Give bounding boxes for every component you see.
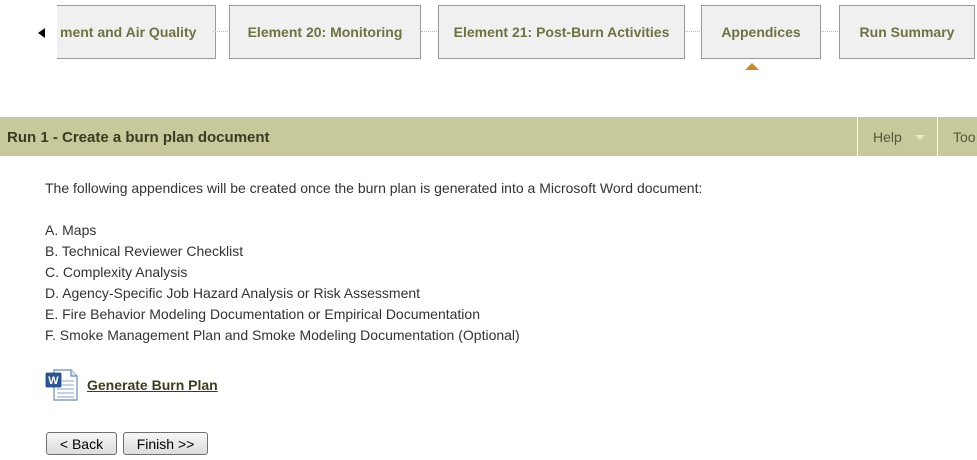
step-air-quality[interactable]: ment and Air Quality (57, 5, 216, 59)
step-connector (685, 31, 700, 32)
step-monitoring[interactable]: Element 20: Monitoring (229, 5, 421, 59)
active-step-marker-icon (745, 63, 759, 70)
chevron-down-icon[interactable] (915, 135, 925, 140)
tools-menu[interactable]: Too (953, 117, 976, 158)
step-run-summary[interactable]: Run Summary (839, 5, 975, 59)
appendix-item: B. Technical Reviewer Checklist (45, 243, 244, 259)
svg-text:W: W (48, 375, 59, 387)
finish-button[interactable]: Finish >> (123, 432, 208, 455)
word-document-icon[interactable]: W (45, 368, 79, 402)
appendix-item: E. Fire Behavior Modeling Documentation … (45, 306, 480, 322)
step-label: Appendices (721, 24, 801, 40)
appendix-item: A. Maps (45, 222, 97, 238)
page-title: Run 1 - Create a burn plan document (7, 129, 270, 146)
wizard-step-bar: ment and Air Quality Element 20: Monitor… (0, 0, 977, 80)
step-connector (421, 31, 437, 32)
intro-text: The following appendices will be created… (45, 180, 703, 196)
step-connector (821, 31, 838, 32)
step-post-burn[interactable]: Element 21: Post-Burn Activities (438, 5, 685, 59)
step-label: ment and Air Quality (60, 24, 197, 40)
scroll-left-arrow-icon[interactable] (38, 28, 45, 38)
step-label: Element 20: Monitoring (247, 24, 403, 40)
step-connector (213, 31, 228, 32)
divider (937, 117, 938, 156)
back-button[interactable]: < Back (46, 432, 117, 455)
divider (857, 117, 858, 156)
appendix-item: C. Complexity Analysis (45, 264, 188, 280)
appendix-item: D. Agency-Specific Job Hazard Analysis o… (45, 285, 421, 301)
step-label: Run Summary (859, 24, 955, 40)
step-appendices[interactable]: Appendices (701, 5, 821, 59)
generate-burn-plan-link[interactable]: Generate Burn Plan (87, 377, 218, 393)
step-label: Element 21: Post-Burn Activities (453, 24, 670, 40)
appendix-item: F. Smoke Management Plan and Smoke Model… (45, 327, 520, 343)
help-menu[interactable]: Help (873, 117, 902, 158)
title-bar: Run 1 - Create a burn plan document Help… (0, 117, 977, 156)
